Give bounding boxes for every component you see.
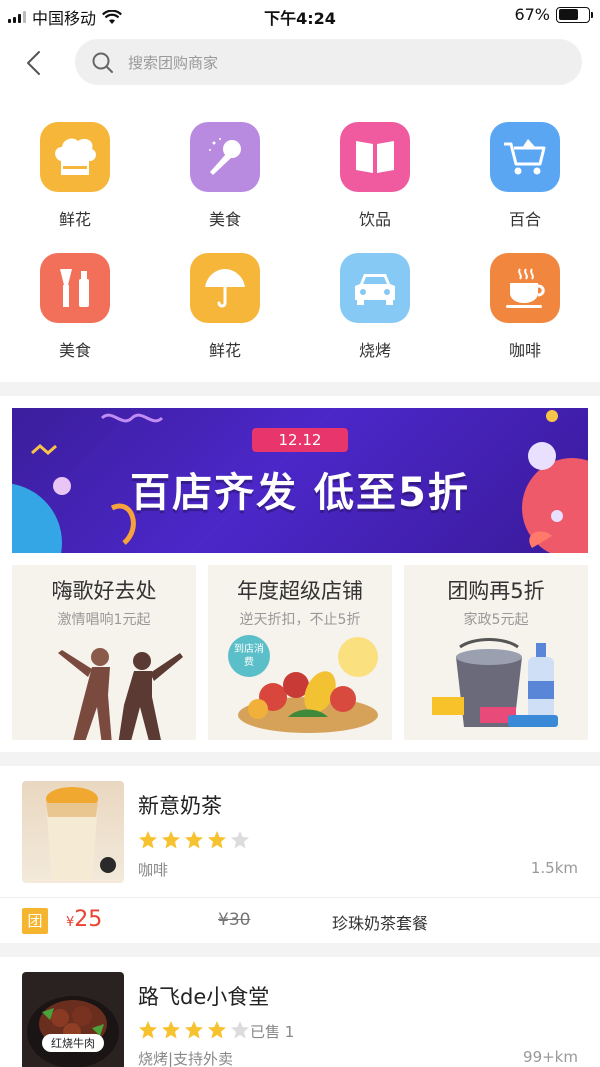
category-tile bbox=[490, 122, 560, 192]
star-icon bbox=[162, 831, 180, 849]
banner-title: 百店齐发 低至5折 bbox=[130, 470, 470, 516]
milk-tea-image bbox=[46, 787, 116, 881]
category-item[interactable]: 烧烤 bbox=[300, 241, 450, 371]
category-label: 烧烤 bbox=[358, 341, 391, 360]
category-tile bbox=[340, 122, 410, 192]
store-category: 咖啡 bbox=[138, 861, 169, 879]
deal-price: ¥25 bbox=[66, 907, 102, 932]
rating-stars bbox=[138, 1020, 250, 1040]
store-category: 烧烤|支持外卖 bbox=[138, 1050, 234, 1067]
star-icon bbox=[231, 1021, 249, 1039]
star-icon bbox=[139, 1021, 157, 1039]
category-item[interactable]: 美食 bbox=[0, 241, 150, 371]
deal-price-value: 25 bbox=[74, 907, 103, 932]
store-distance: 99+km bbox=[523, 1048, 578, 1066]
cosmetics-icon bbox=[60, 269, 89, 307]
star-icon bbox=[185, 1021, 203, 1039]
deal-row[interactable]: 团 ¥25 ¥30 珍珠奶茶套餐 bbox=[0, 897, 600, 943]
list-item[interactable]: 新意奶茶 咖啡 1.5km bbox=[0, 766, 600, 897]
category-tile bbox=[190, 253, 260, 323]
microphone-icon bbox=[209, 138, 241, 175]
category-label: 鲜花 bbox=[58, 210, 91, 229]
category-tile bbox=[190, 122, 260, 192]
group-buy-badge: 团 bbox=[22, 908, 48, 934]
braised-beef-image: 红烧牛肉 bbox=[27, 996, 119, 1067]
battery-percent: 67% bbox=[514, 5, 550, 24]
star-icon bbox=[208, 1021, 226, 1039]
promo-card-store[interactable]: 年度超级店铺 逆天折扣，不止5折 到店消费 bbox=[208, 565, 392, 740]
search-input[interactable]: 搜索团购商家 bbox=[75, 39, 582, 85]
shopping-cart-icon bbox=[504, 139, 546, 175]
cleaning-supplies-image bbox=[432, 638, 558, 727]
section-divider bbox=[0, 752, 600, 766]
store-name: 新意奶茶 bbox=[138, 794, 222, 818]
store-name: 路飞de小食堂 bbox=[138, 985, 270, 1009]
umbrella-icon bbox=[205, 269, 245, 308]
promo-title: 年度超级店铺 bbox=[237, 579, 363, 603]
category-tile bbox=[490, 253, 560, 323]
store-thumbnail: 红烧牛肉 bbox=[22, 972, 124, 1067]
category-label: 百合 bbox=[508, 210, 541, 229]
star-icon bbox=[139, 831, 157, 849]
category-grid: 鲜花 美食 饮品 百合 美食 鲜花 烧烤 咖啡 bbox=[0, 110, 600, 372]
store-thumbnail bbox=[22, 781, 124, 883]
promo-card-ktv[interactable]: 嗨歌好去处 激情唱响1元起 bbox=[12, 565, 196, 740]
category-item[interactable]: 百合 bbox=[450, 110, 600, 240]
category-label: 美食 bbox=[208, 210, 241, 229]
car-icon bbox=[355, 274, 395, 305]
promo-title: 嗨歌好去处 bbox=[51, 579, 157, 603]
promo-subtitle: 家政5元起 bbox=[463, 612, 529, 628]
category-label: 咖啡 bbox=[508, 341, 541, 360]
dancers-image bbox=[58, 648, 183, 740]
category-item[interactable]: 咖啡 bbox=[450, 241, 600, 371]
promo-banner[interactable]: 12.12 百店齐发 低至5折 bbox=[12, 408, 588, 553]
category-item[interactable]: 鲜花 bbox=[150, 241, 300, 371]
store-distance: 1.5km bbox=[530, 859, 578, 877]
category-item[interactable]: 鲜花 bbox=[0, 110, 150, 240]
banner-date-tag: 12.12 bbox=[252, 428, 348, 452]
clock: 下午4:24 bbox=[264, 9, 336, 28]
thumb-caption: 红烧牛肉 bbox=[51, 1036, 95, 1050]
section-divider bbox=[0, 382, 600, 396]
category-item[interactable]: 饮品 bbox=[300, 110, 450, 240]
promo-title: 团购再5折 bbox=[447, 579, 545, 603]
back-chevron-icon[interactable] bbox=[20, 48, 50, 78]
star-icon bbox=[185, 831, 203, 849]
category-label: 美食 bbox=[58, 341, 91, 360]
battery-icon bbox=[556, 6, 593, 23]
category-tile bbox=[40, 122, 110, 192]
search-header: 搜索团购商家 bbox=[0, 30, 600, 94]
category-item[interactable]: 美食 bbox=[150, 110, 300, 240]
search-placeholder: 搜索团购商家 bbox=[128, 54, 219, 72]
star-icon bbox=[231, 831, 249, 849]
battery-group: 67% bbox=[514, 5, 593, 24]
deal-name: 珍珠奶茶套餐 bbox=[332, 914, 429, 933]
sold-count: 已售 1 bbox=[250, 1023, 295, 1041]
promo-card-housekeeping[interactable]: 团购再5折 家政5元起 bbox=[404, 565, 588, 740]
category-label: 鲜花 bbox=[208, 341, 241, 360]
original-price: ¥30 bbox=[218, 910, 251, 930]
category-label: 饮品 bbox=[358, 210, 391, 229]
category-tile bbox=[40, 253, 110, 323]
book-icon bbox=[356, 141, 394, 173]
search-icon bbox=[92, 52, 113, 73]
star-icon bbox=[208, 831, 226, 849]
fruit-basket-image bbox=[238, 637, 378, 733]
list-item[interactable]: 红烧牛肉 路飞de小食堂 已售 1 烧烤|支持外卖 99+km bbox=[0, 957, 600, 1067]
section-divider bbox=[0, 943, 600, 957]
status-bar: 中国移动 下午4:24 67% bbox=[0, 0, 600, 30]
promo-subtitle: 逆天折扣，不止5折 bbox=[239, 612, 361, 628]
rating-stars bbox=[138, 830, 250, 850]
promo-subtitle: 激情唱响1元起 bbox=[57, 612, 151, 628]
category-tile bbox=[340, 253, 410, 323]
star-icon bbox=[162, 1021, 180, 1039]
coffee-cup-icon bbox=[506, 268, 545, 308]
chef-hat-icon bbox=[55, 138, 96, 175]
